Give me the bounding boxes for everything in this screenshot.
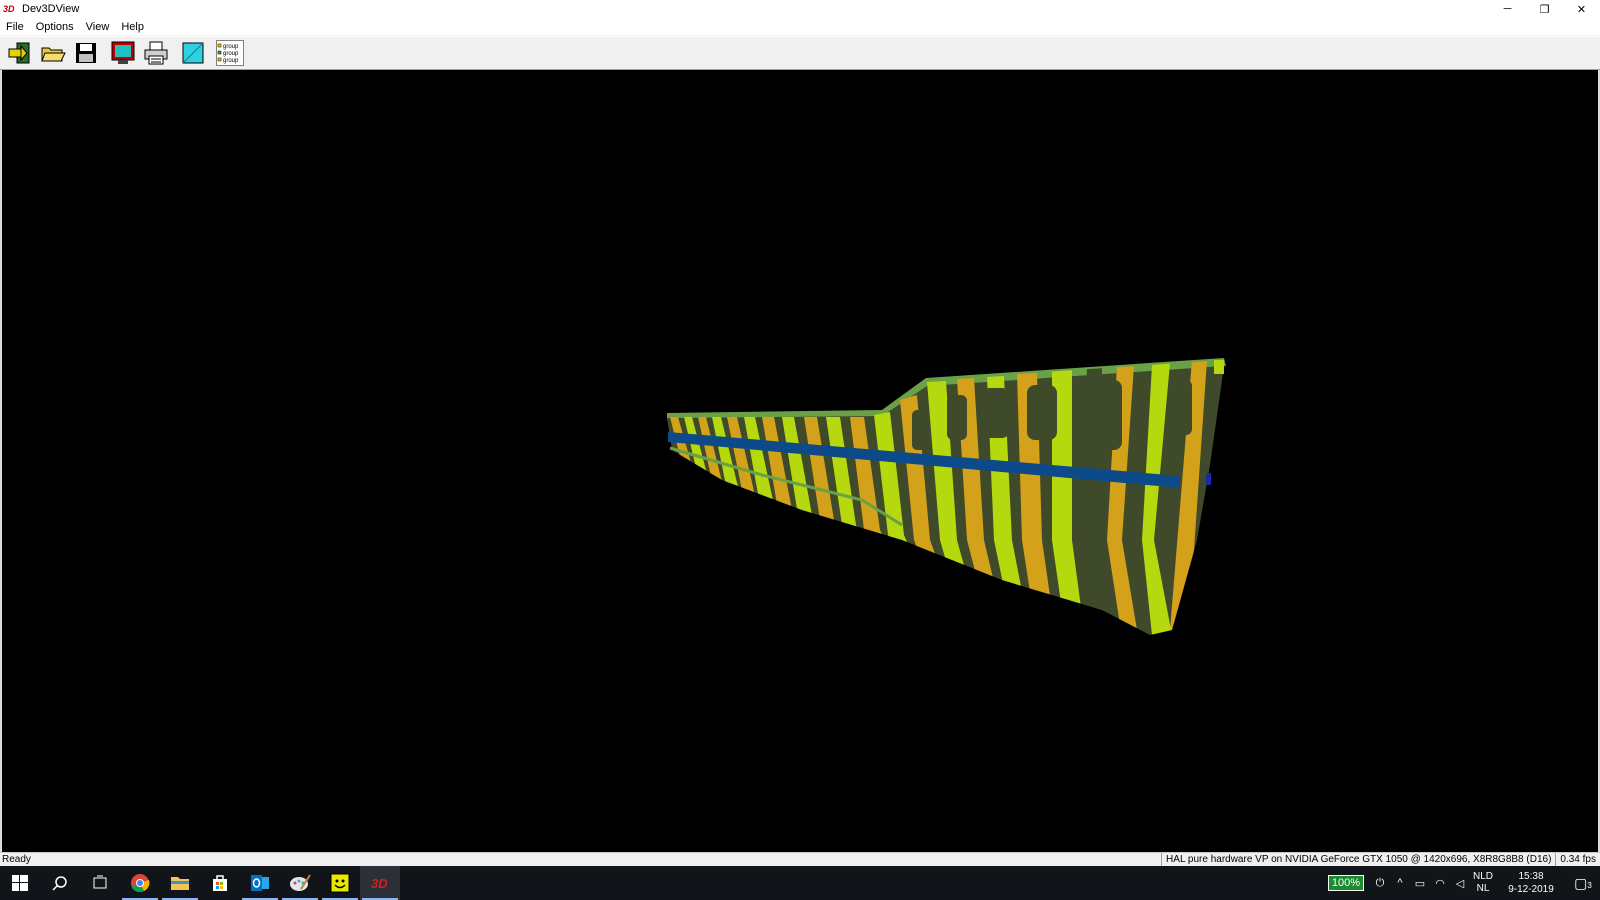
group-label-1: group [223,44,239,50]
dev3dview-icon: 3D [371,876,388,891]
open-folder-icon [41,47,66,62]
menu-help[interactable]: Help [115,21,150,33]
clock-date: 9-12-2019 [1508,884,1554,895]
display-button[interactable] [107,38,139,68]
menu-file[interactable]: File [0,21,30,33]
taskbar-explorer[interactable] [160,866,200,900]
status-bar: Ready HAL pure hardware VP on NVIDIA GeF… [0,852,1600,867]
menu-options[interactable]: Options [30,21,80,33]
window-controls: ─ ❐ ✕ [1489,0,1600,18]
stringer-end [1206,473,1211,485]
ship-hull-model [667,358,1226,635]
save-disk-icon [76,43,96,63]
search-icon [52,876,67,891]
taskbar-chrome[interactable] [120,866,160,900]
taskbar-dev3dview[interactable]: 3D [360,866,400,900]
clock-time: 15:38 [1518,871,1544,882]
paint-icon [290,874,311,891]
minimize-button[interactable]: ─ [1489,0,1526,18]
store-icon [213,875,227,891]
clock[interactable]: 15:38 9-12-2019 [1496,870,1566,896]
app-icon: 3D [3,4,15,14]
chrome-icon [131,874,150,893]
restore-button[interactable]: ❐ [1526,0,1563,18]
open-button[interactable] [37,38,69,68]
task-view-icon [93,875,107,889]
language-code: NLD [1472,871,1493,882]
battery-icon[interactable]: ▭ [1410,877,1430,890]
bow-detail [1214,360,1224,374]
outlook-icon [251,875,269,891]
keyboard-layout: NL [1476,883,1490,894]
volume-icon[interactable]: ◁ [1450,877,1470,890]
notification-count: 3 [1587,880,1592,890]
close-button[interactable]: ✕ [1563,0,1600,18]
group-button[interactable]: group group group [214,38,246,68]
taskbar-smiley-app[interactable] [320,866,360,900]
status-text: Ready [2,854,31,865]
color-square-icon [182,42,204,64]
fps-counter: 0.34 fps [1555,852,1600,867]
taskbar-outlook[interactable] [240,866,280,900]
show-hidden-icons-chevron-icon[interactable]: ^ [1390,877,1410,889]
file-explorer-icon [171,877,189,890]
system-tray: 100% ⏻ ^ ▭ ◠ ◁ NLD NL 15:38 9-12-2019 ▢3 [1327,866,1600,900]
menu-view[interactable]: View [80,21,116,33]
background-color-button[interactable] [177,38,209,68]
toolbar: group group group [0,36,1600,70]
group-label-2: group [223,51,239,57]
taskbar: 3D 100% ⏻ ^ ▭ ◠ ◁ NLD NL 15:38 9-12-2019… [0,866,1600,900]
group-list-icon: group group group [216,40,244,66]
search-button[interactable] [40,866,80,900]
dev3dview-glyph: 3D [371,876,388,891]
task-view-button[interactable] [80,866,120,900]
exit-icon [8,42,30,64]
title-bar: 3D Dev3DView ─ ❐ ✕ [0,0,1600,18]
action-center-button[interactable]: ▢3 [1566,875,1600,892]
battery-percentage[interactable]: 100% [1327,875,1364,891]
power-plug-icon[interactable]: ⏻ [1370,877,1390,890]
taskbar-paint[interactable] [280,866,320,900]
3d-viewport[interactable] [0,70,1600,852]
renderer-info: HAL pure hardware VP on NVIDIA GeForce G… [1161,852,1555,867]
monitor-icon [111,41,135,64]
menu-bar: File Options View Help [0,18,1600,36]
language-indicator[interactable]: NLD NL [1470,871,1496,895]
start-button[interactable] [0,866,40,900]
windows-start-icon [12,875,28,891]
smiley-app-icon [330,873,350,893]
taskbar-store[interactable] [200,866,240,900]
group-label-3: group [223,58,239,64]
wifi-icon[interactable]: ◠ [1430,877,1450,890]
window-title: Dev3DView [22,3,80,15]
notification-icon: ▢ [1574,874,1588,891]
save-button[interactable] [70,38,102,68]
printer-icon [144,41,168,65]
exit-button[interactable] [4,38,36,68]
print-button[interactable] [140,38,172,68]
